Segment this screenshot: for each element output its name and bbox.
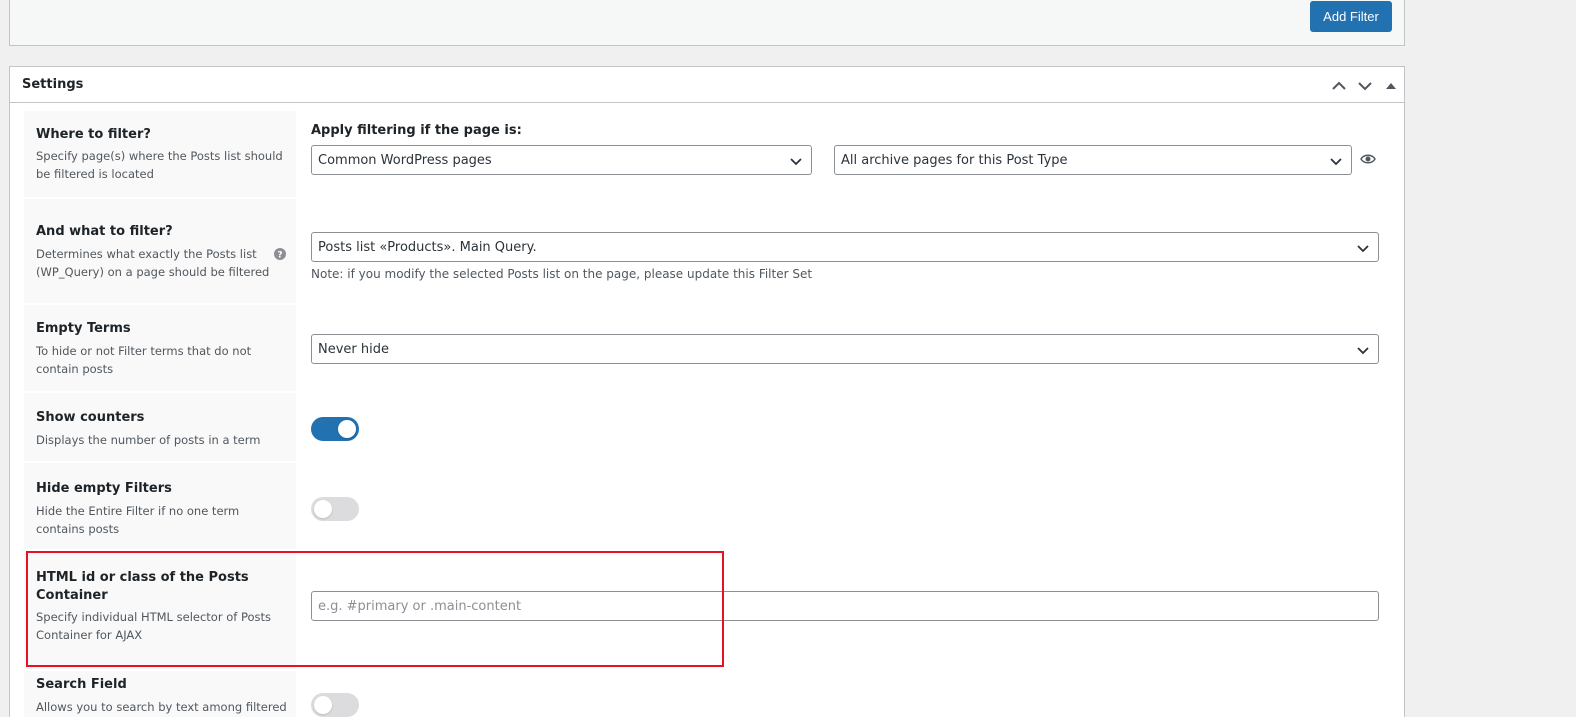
row-title: Hide empty Filters (36, 481, 172, 496)
help-icon[interactable]: ? (274, 245, 286, 264)
svg-text:?: ? (277, 251, 282, 261)
move-down-icon[interactable] (1354, 75, 1376, 97)
move-up-icon[interactable] (1328, 75, 1350, 97)
hide-empty-filters-toggle[interactable] (311, 497, 359, 521)
chevron-down-icon (1357, 347, 1369, 355)
archive-pages-select[interactable]: All archive pages for this Post Type (834, 145, 1352, 175)
row-desc: Displays the number of posts in a term (36, 433, 261, 447)
row-posts-container: HTML id or class of the Posts Container … (24, 551, 1388, 669)
row-desc: contain posts (36, 362, 114, 376)
row-desc: be filtered is located (36, 167, 154, 181)
empty-terms-select[interactable]: Never hide (311, 334, 1379, 364)
row-desc: Specify page(s) where the Posts list sho… (36, 149, 283, 163)
row-search-field: Search Field Allows you to search by tex… (24, 671, 1388, 717)
posts-list-note: Note: if you modify the selected Posts l… (311, 267, 813, 281)
search-field-toggle[interactable] (311, 693, 359, 717)
add-filter-button[interactable]: Add Filter (1310, 1, 1392, 32)
chevron-down-icon (1357, 245, 1369, 253)
eye-icon[interactable] (1360, 151, 1376, 170)
row-desc: Specify individual HTML selector of Post… (36, 610, 272, 624)
row-title: And what to filter? (36, 224, 173, 239)
row-title: Search Field (36, 677, 127, 692)
page-type-select[interactable]: Common WordPress pages (311, 145, 812, 175)
row-title: Container (36, 588, 108, 603)
row-title: Show counters (36, 410, 145, 425)
row-title: HTML id or class of the Posts (36, 570, 249, 585)
row-empty-terms: Empty Terms To hide or not Filter terms … (24, 305, 1388, 391)
row-desc: Container for AJAX (36, 628, 143, 642)
row-title: Empty Terms (36, 321, 131, 336)
row-desc: Determines what exactly the Posts list (36, 247, 257, 261)
row-what-to-filter: And what to filter? Determines what exac… (24, 199, 1388, 303)
collapse-toggle-icon[interactable] (1380, 75, 1402, 97)
row-hide-empty-filters: Hide empty Filters Hide the Entire Filte… (24, 463, 1388, 549)
posts-list-select[interactable]: Posts list «Products». Main Query. (311, 232, 1379, 262)
panel-title: Settings (22, 77, 84, 92)
row-show-counters: Show counters Displays the number of pos… (24, 393, 1388, 461)
row-desc: Allows you to search by text among filte… (36, 700, 287, 714)
row-desc: (WP_Query) on a page should be filtered (36, 265, 270, 279)
row-where-to-filter: Where to filter? Specify page(s) where t… (24, 111, 1388, 197)
row-desc: contains posts (36, 522, 120, 536)
settings-panel: Settings Where to filter? Specify page(s… (9, 66, 1405, 717)
settings-panel-header: Settings (10, 67, 1404, 103)
row-title: Where to filter? (36, 127, 151, 142)
filters-box (9, 0, 1405, 46)
chevron-down-icon (1330, 158, 1342, 166)
apply-filtering-label: Apply filtering if the page is: (311, 123, 522, 138)
show-counters-toggle[interactable] (311, 417, 359, 441)
chevron-down-icon (790, 158, 802, 166)
posts-container-input[interactable] (311, 591, 1379, 621)
row-desc: Hide the Entire Filter if no one term (36, 504, 240, 518)
row-desc: To hide or not Filter terms that do not (36, 344, 252, 358)
